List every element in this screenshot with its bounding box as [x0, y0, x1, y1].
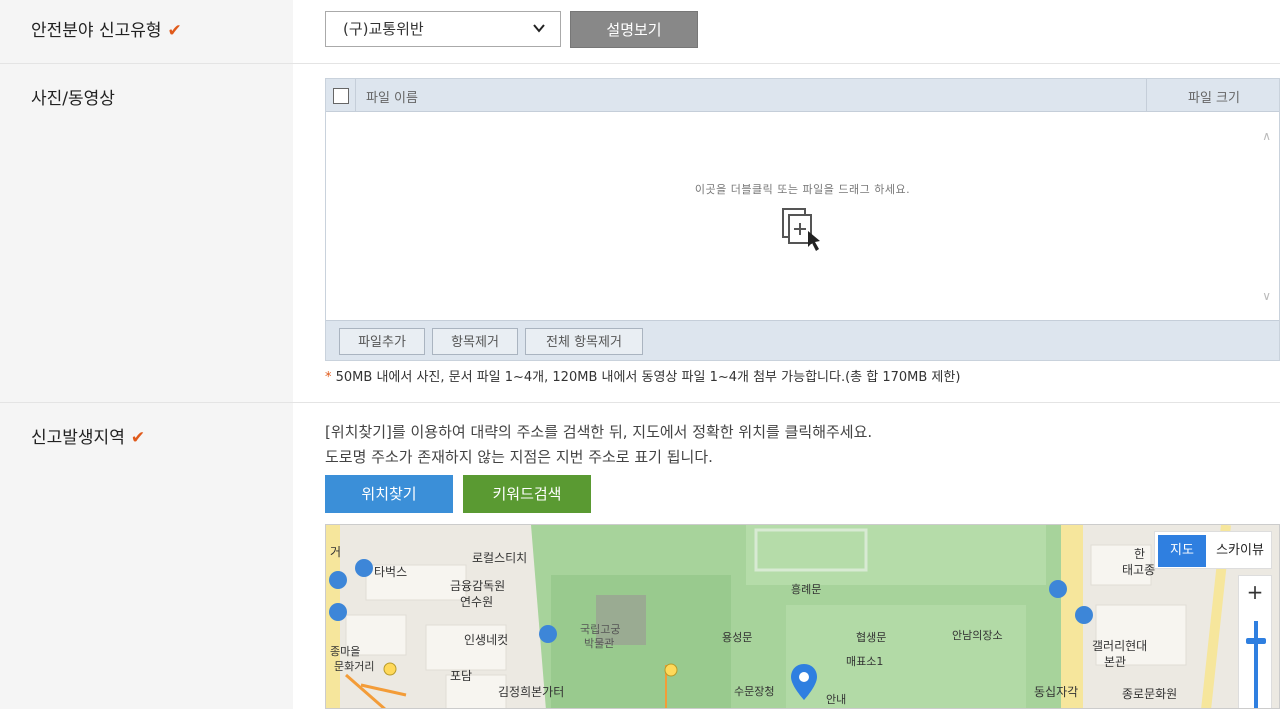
map-label: 태고종	[1122, 563, 1156, 577]
location-label-text: 신고발생지역	[31, 428, 125, 448]
map-label: 박물관	[584, 637, 615, 650]
report-type-select-value: (구)교통위반	[343, 20, 424, 38]
select-all-checkbox[interactable]	[333, 88, 349, 104]
find-location-button[interactable]: 위치찾기	[325, 475, 453, 513]
checkmark-icon: ✔	[130, 428, 146, 448]
remove-all-button[interactable]: 전체 항목제거	[525, 328, 643, 355]
map-label: 흥례문	[791, 583, 822, 596]
map-label: 종마을	[330, 645, 361, 658]
zoom-control: +	[1238, 575, 1272, 708]
zoom-slider[interactable]	[1254, 621, 1258, 708]
map-label: 로컬스티치	[472, 551, 528, 565]
map-label: 문화거리	[334, 660, 375, 673]
location-description-2: 도로명 주소가 존재하지 않는 지점은 지번 주소로 표기 됩니다.	[325, 448, 713, 466]
map-label: 안내	[826, 693, 847, 706]
zoom-in-button[interactable]: +	[1239, 580, 1271, 604]
map-label: 갤러리현대	[1092, 639, 1148, 653]
map-label: 종로문화원	[1122, 687, 1178, 701]
location-description-1: [위치찾기]를 이용하여 대략의 주소를 검색한 뒤, 지도에서 정확한 위치를…	[325, 423, 873, 441]
attachment-row: 사진/동영상 파일 이름 파일 크기 이곳을 더블클릭 또는 파일을 드래그 하…	[0, 64, 1280, 403]
report-type-label: 안전분야 신고유형 ✔	[31, 16, 182, 41]
report-type-label-text: 안전분야 신고유형	[31, 21, 162, 41]
map-label: 인생네컷	[464, 633, 509, 647]
file-name-header[interactable]: 파일 이름	[366, 87, 418, 106]
map-view[interactable]: 로컬스티치 타벅스 금융감독원 연수원 인생네컷 포담 김정희본가터 국립고궁 …	[325, 524, 1280, 709]
uploader-header: 파일 이름 파일 크기	[326, 79, 1279, 112]
report-type-select[interactable]: (구)교통위반	[325, 11, 561, 47]
label-column	[0, 64, 293, 402]
map-pin-icon[interactable]	[790, 663, 818, 701]
add-file-icon	[781, 207, 825, 253]
map-type-map-button[interactable]: 지도	[1158, 535, 1206, 567]
location-row: 신고발생지역 ✔ [위치찾기]를 이용하여 대략의 주소를 검색한 뒤, 지도에서…	[0, 403, 1280, 709]
explain-button[interactable]: 설명보기	[570, 11, 698, 48]
report-type-row: 안전분야 신고유형 ✔ (구)교통위반 설명보기	[0, 0, 1280, 64]
scroll-up-icon[interactable]: ∧	[1262, 129, 1271, 143]
location-label: 신고발생지역 ✔	[31, 423, 145, 448]
attachment-label: 사진/동영상	[31, 89, 115, 109]
map-label: 협생문	[856, 631, 887, 644]
checkmark-icon: ✔	[167, 21, 182, 41]
required-star: *	[325, 370, 332, 385]
chevron-down-icon	[532, 12, 546, 59]
uploader-footer: 파일추가 항목제거 전체 항목제거	[326, 320, 1279, 360]
add-file-button[interactable]: 파일추가	[339, 328, 425, 355]
remove-item-button[interactable]: 항목제거	[432, 328, 518, 355]
map-label: 거	[330, 545, 342, 559]
map-label: 금융감독원	[450, 579, 506, 593]
map-label: 연수원	[460, 595, 494, 609]
map-label: 김정희본가터	[498, 685, 565, 699]
map-label: 안남의장소	[952, 629, 1003, 642]
map-type-skyview-button[interactable]: 스카이뷰	[1211, 535, 1269, 567]
file-size-header[interactable]: 파일 크기	[1188, 87, 1240, 106]
map-label: 본관	[1104, 655, 1127, 669]
map-type-switch: 지도 스카이뷰	[1154, 531, 1272, 569]
scroll-down-icon[interactable]: ∨	[1262, 289, 1271, 303]
keyword-search-button[interactable]: 키워드검색	[463, 475, 591, 513]
drop-hint: 이곳을 더블클릭 또는 파일을 드래그 하세요.	[694, 183, 911, 196]
label-column	[0, 403, 293, 709]
map-label: 매표소1	[846, 655, 884, 668]
file-uploader[interactable]: 파일 이름 파일 크기 이곳을 더블클릭 또는 파일을 드래그 하세요. ∧ ∨…	[325, 78, 1280, 361]
map-label: 용성문	[722, 631, 753, 644]
zoom-slider-handle[interactable]	[1246, 638, 1266, 644]
attachment-note-text: 50MB 내에서 사진, 문서 파일 1~4개, 120MB 내에서 동영상 파…	[335, 370, 961, 385]
map-label: 포담	[450, 669, 473, 683]
map-label: 타벅스	[374, 565, 408, 579]
map-label: 수문장청	[734, 685, 775, 698]
map-label: 동십자각	[1034, 685, 1079, 699]
map-label: 한	[1134, 547, 1146, 561]
attachment-note: * 50MB 내에서 사진, 문서 파일 1~4개, 120MB 내에서 동영상…	[325, 366, 960, 385]
